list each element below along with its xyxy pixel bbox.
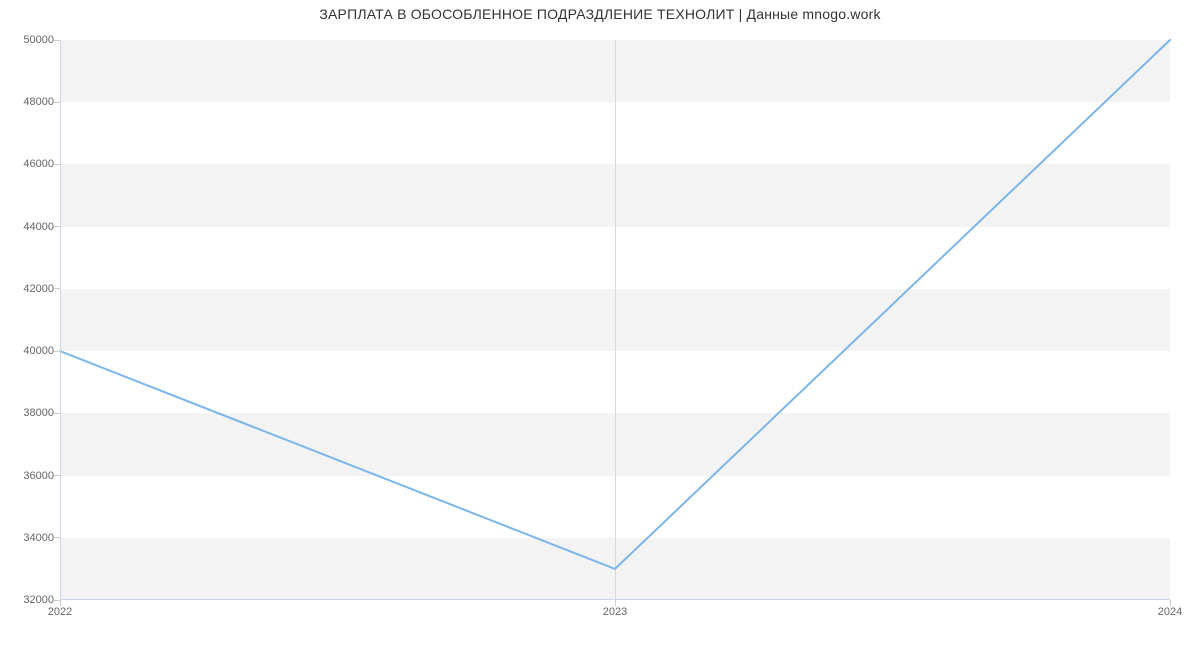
chart-container: ЗАРПЛАТА В ОБОСОБЛЕННОЕ ПОДРАЗДЛЕНИЕ ТЕХ… bbox=[0, 0, 1200, 650]
y-axis-label: 50000 bbox=[18, 34, 54, 46]
y-axis-label: 42000 bbox=[18, 283, 54, 295]
plot-area bbox=[60, 40, 1170, 600]
y-axis-label: 38000 bbox=[18, 407, 54, 419]
y-tick bbox=[54, 537, 60, 538]
y-axis-label: 34000 bbox=[18, 532, 54, 544]
y-tick bbox=[54, 226, 60, 227]
y-tick bbox=[54, 475, 60, 476]
y-axis-label: 46000 bbox=[18, 158, 54, 170]
x-axis-label: 2023 bbox=[603, 606, 627, 618]
y-tick bbox=[54, 164, 60, 165]
x-axis-label: 2024 bbox=[1158, 606, 1182, 618]
y-axis-label: 36000 bbox=[18, 470, 54, 482]
y-axis-label: 40000 bbox=[18, 345, 54, 357]
y-axis-label: 48000 bbox=[18, 96, 54, 108]
y-axis-label: 44000 bbox=[18, 221, 54, 233]
y-axis-line bbox=[60, 40, 61, 600]
y-tick bbox=[54, 288, 60, 289]
y-tick bbox=[54, 102, 60, 103]
y-tick bbox=[54, 40, 60, 41]
x-axis-label: 2022 bbox=[48, 606, 72, 618]
y-axis-label: 32000 bbox=[18, 594, 54, 606]
chart-title: ЗАРПЛАТА В ОБОСОБЛЕННОЕ ПОДРАЗДЛЕНИЕ ТЕХ… bbox=[0, 6, 1200, 22]
y-tick bbox=[54, 413, 60, 414]
line-series bbox=[60, 40, 1170, 600]
y-tick bbox=[54, 351, 60, 352]
